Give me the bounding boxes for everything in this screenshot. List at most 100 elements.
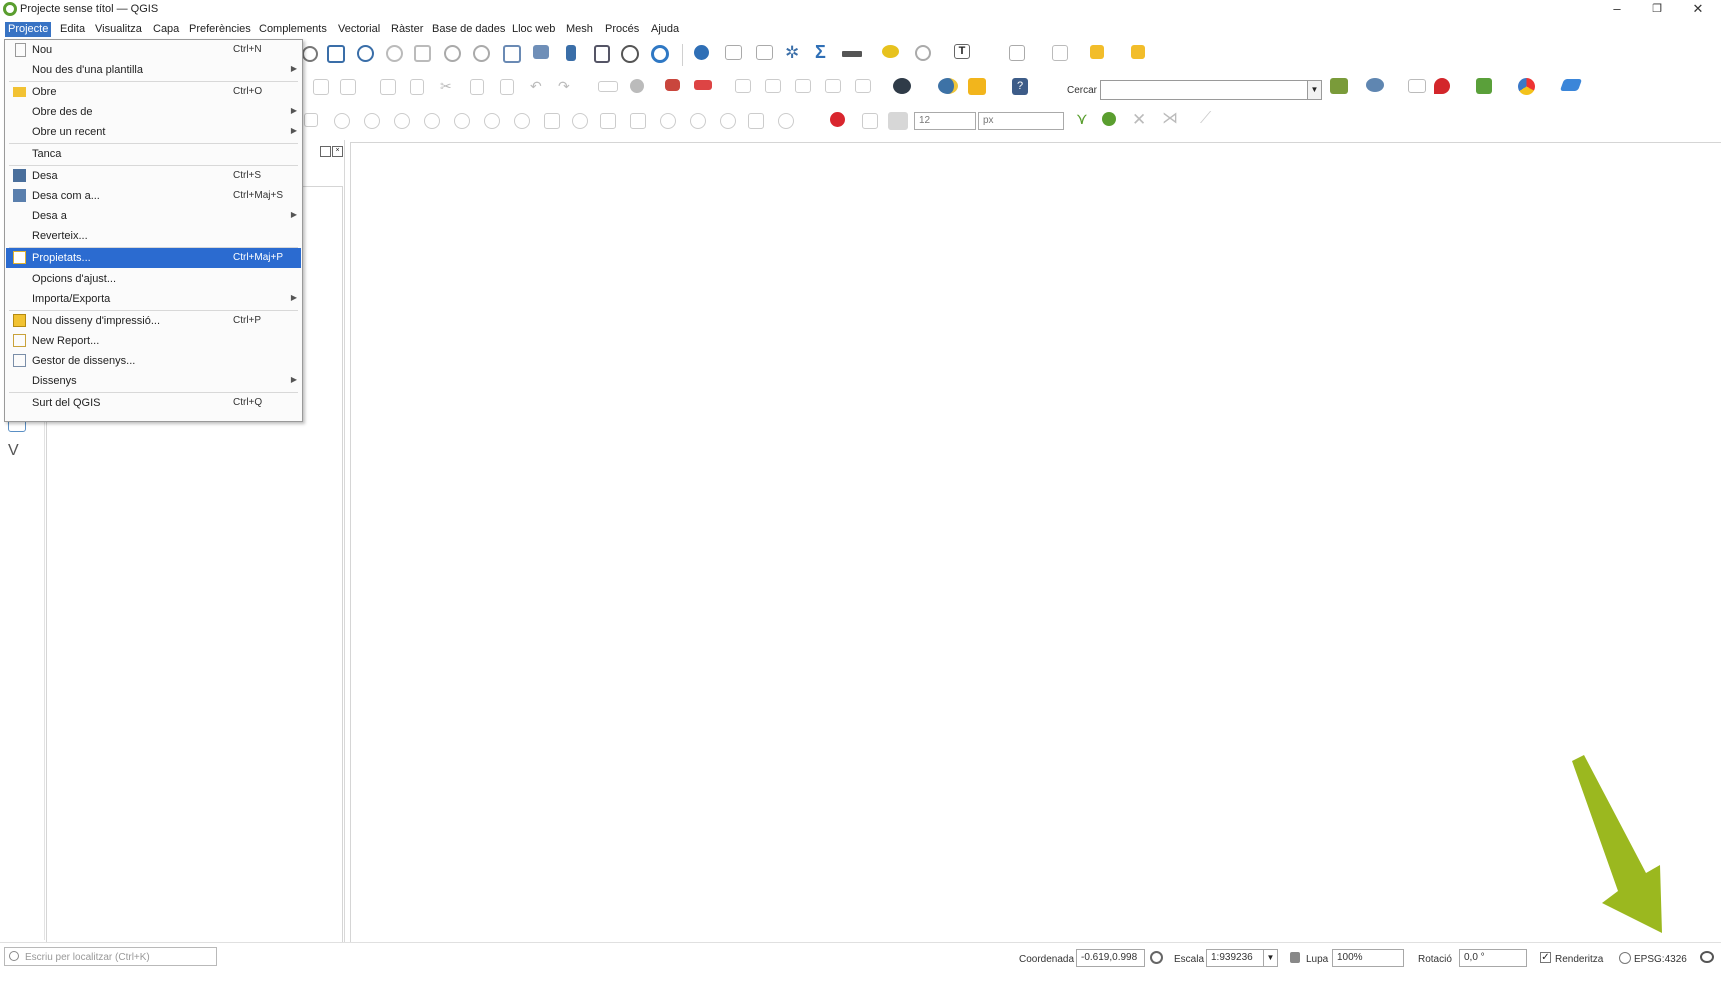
metasearch-icon[interactable] (893, 78, 911, 94)
eraser-icon[interactable] (1559, 79, 1583, 91)
search-dropdown-button[interactable]: ▼ (1308, 80, 1322, 100)
python-console-icon[interactable] (938, 78, 958, 94)
select-features-icon[interactable] (1009, 45, 1025, 61)
undo-icon[interactable]: ↶ (530, 79, 548, 97)
zoom-out-icon[interactable] (302, 46, 318, 62)
delete-selected-icon[interactable] (410, 79, 424, 95)
change-label-icon[interactable] (795, 79, 811, 93)
minimize-button[interactable]: – (1598, 0, 1636, 20)
delete-part-icon[interactable] (424, 113, 440, 129)
show-unplaced-labels-icon[interactable] (694, 80, 712, 90)
chart-plugin-icon[interactable] (1518, 78, 1535, 95)
menu-complements[interactable]: Complements (256, 22, 330, 37)
label-tool-icon[interactable] (598, 81, 618, 92)
locator-bar[interactable] (4, 947, 217, 966)
rotate-symbols-icon[interactable] (720, 113, 736, 129)
menu-ajuda[interactable]: Ajuda (648, 22, 682, 37)
menu-item-nou[interactable]: Nou Ctrl+N (6, 40, 301, 60)
search-input[interactable] (1100, 80, 1308, 100)
merge-features-icon[interactable] (660, 113, 676, 129)
lock-scale-icon[interactable] (1290, 952, 1300, 963)
rotate-label-icon[interactable] (765, 79, 781, 93)
select-location-icon[interactable] (1131, 45, 1145, 59)
processing-toolbox-icon[interactable] (968, 78, 986, 95)
scale-field[interactable]: 1:939236 (1206, 949, 1264, 967)
split-parts-icon[interactable] (630, 113, 646, 129)
identify-features-icon[interactable] (694, 45, 709, 60)
menu-edita[interactable]: Edita (57, 22, 88, 37)
menu-item-obre-recent[interactable]: Obre un recent ▶ (6, 122, 301, 142)
menu-item-importa-exporta[interactable]: Importa/Exporta ▶ (6, 289, 301, 309)
snap-intersection-icon[interactable]: ⋎ (1076, 112, 1094, 130)
menu-projecte[interactable]: Projecte (5, 22, 52, 37)
attribute-table-icon[interactable] (725, 45, 742, 60)
menu-proces[interactable]: Procés (602, 22, 642, 37)
label-pin-icon[interactable] (630, 79, 644, 93)
zoom-selection-icon[interactable] (357, 45, 374, 62)
crs-label[interactable]: EPSG:4326 (1634, 954, 1687, 965)
sum-icon[interactable]: Σ (815, 43, 833, 61)
menu-item-desa-a[interactable]: Desa a ▶ (6, 206, 301, 226)
new-map-view-icon[interactable] (503, 45, 521, 63)
tracing-icon[interactable] (1408, 79, 1426, 93)
locator-input[interactable] (23, 949, 217, 966)
add-part-icon[interactable] (313, 79, 329, 95)
vertex-tool-icon[interactable] (380, 79, 396, 95)
digitize-icon[interactable] (340, 79, 356, 95)
move-diagram-icon[interactable] (855, 79, 871, 93)
new-vector-layer-icon[interactable]: V (8, 443, 26, 461)
map-canvas[interactable] (350, 142, 1721, 943)
reverse-line-icon[interactable] (514, 113, 530, 129)
messages-icon[interactable] (1700, 951, 1714, 963)
redo-icon[interactable]: ↷ (558, 79, 576, 97)
menu-item-tanca[interactable]: Tanca (6, 144, 301, 164)
refresh-icon[interactable] (651, 45, 669, 63)
fill-ring-icon[interactable] (364, 113, 380, 129)
zoom-tool-icon[interactable] (915, 45, 931, 61)
topological-editing-icon[interactable] (1102, 112, 1116, 126)
menu-raster[interactable]: Ràster (388, 22, 426, 37)
split-features-icon[interactable] (600, 113, 616, 129)
menu-item-nou-disseny[interactable]: Nou disseny d'impressió... Ctrl+P (6, 311, 301, 331)
menu-item-reverteix[interactable]: Reverteix... (6, 226, 301, 246)
float-panel-icon[interactable] (320, 146, 331, 157)
menu-vectorial[interactable]: Vectorial (335, 22, 383, 37)
deselect-icon[interactable] (1052, 45, 1068, 61)
geocoder-icon[interactable] (1434, 78, 1450, 94)
toggle-extents-icon[interactable] (1150, 951, 1163, 964)
zoom-last-icon[interactable] (444, 45, 461, 62)
avoid-intersection-icon[interactable]: ✕ (1132, 111, 1150, 129)
offset-symbols-icon[interactable] (748, 113, 764, 129)
menu-visualitza[interactable]: Visualitza (92, 22, 145, 37)
menu-item-obre[interactable]: Obre Ctrl+O (6, 82, 301, 102)
menu-item-new-report[interactable]: New Report... (6, 331, 301, 351)
zoom-native-icon[interactable] (414, 45, 431, 62)
snap-tolerance-icon[interactable] (888, 112, 908, 130)
settings-gear-icon[interactable]: ✲ (785, 44, 803, 62)
text-annotation-icon[interactable]: T (954, 44, 970, 59)
zoom-layer-icon[interactable] (386, 45, 403, 62)
menu-item-nou-plantilla[interactable]: Nou des d'una plantilla ▶ (6, 60, 301, 80)
rotation-field[interactable]: 0,0 ° (1459, 949, 1527, 967)
reshape-icon[interactable] (454, 113, 470, 129)
coordinate-field[interactable]: -0.619,0.998 (1076, 949, 1145, 967)
trim-extend-icon[interactable] (544, 113, 560, 129)
zoom-full-icon[interactable] (327, 45, 345, 63)
scale-dropdown-button[interactable]: ▼ (1264, 949, 1278, 967)
rotate-point-icon[interactable] (778, 113, 794, 129)
highlight-labels-icon[interactable] (665, 79, 680, 91)
menu-preferencies[interactable]: Preferències (186, 22, 254, 37)
menu-item-gestor-dissenys[interactable]: Gestor de dissenys... (6, 351, 301, 371)
menu-item-obre-des-de[interactable]: Obre des de ▶ (6, 102, 301, 122)
menu-mesh[interactable]: Mesh (563, 22, 596, 37)
close-panel-icon[interactable]: × (332, 146, 343, 157)
snapping-magnet-icon[interactable] (830, 112, 845, 127)
render-checkbox[interactable]: ✓ (1540, 952, 1551, 963)
paste-icon[interactable] (500, 79, 514, 95)
delete-ring-icon[interactable] (394, 113, 410, 129)
show-bookmarks-icon[interactable] (594, 45, 610, 63)
measure-icon[interactable] (842, 51, 862, 57)
menu-item-surt[interactable]: Surt del QGIS Ctrl+Q (6, 393, 301, 413)
maximize-button[interactable]: ❐ (1638, 0, 1676, 20)
menu-capa[interactable]: Capa (150, 22, 182, 37)
